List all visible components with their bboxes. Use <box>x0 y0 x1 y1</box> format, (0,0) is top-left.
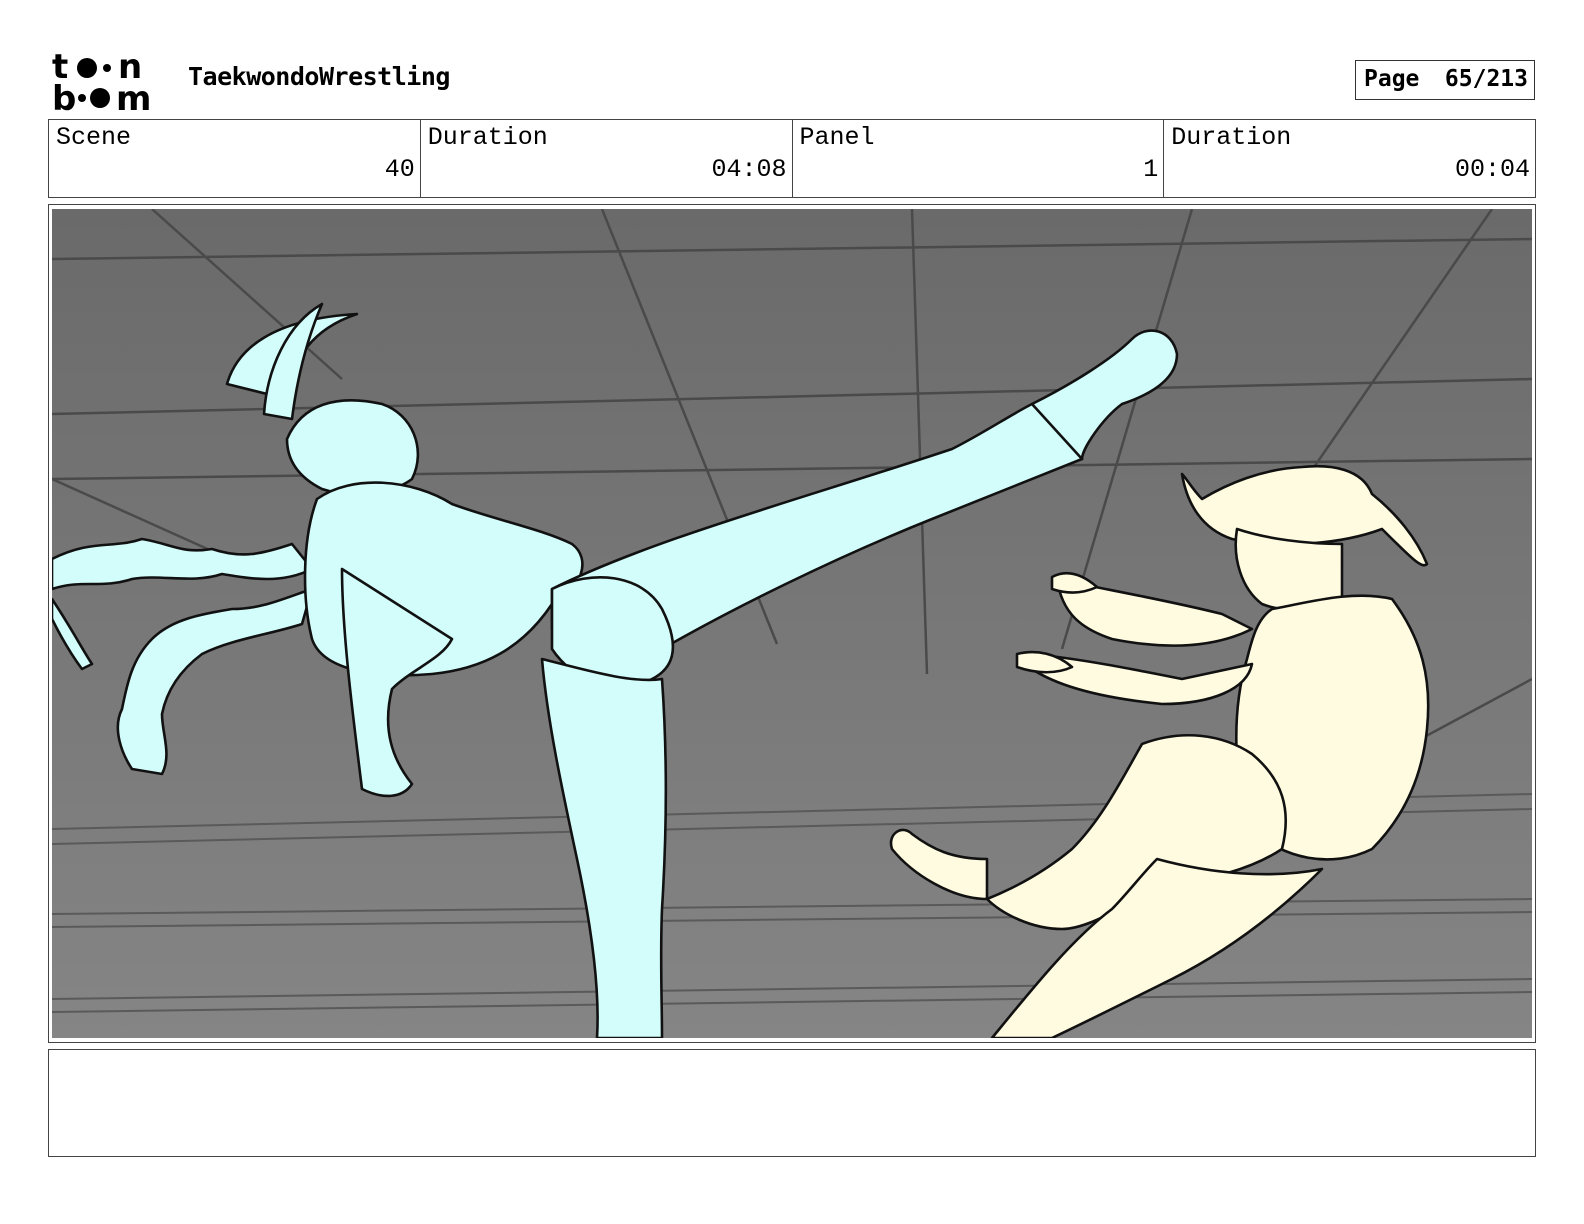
svg-text:b: b <box>52 79 76 114</box>
storyboard-panel-image <box>52 209 1532 1038</box>
panel-duration-value: 00:04 <box>1454 155 1530 184</box>
scene-duration-value: 04:08 <box>711 155 787 184</box>
toon-boom-logo: t n b m <box>50 47 166 119</box>
page-indicator: Page 65/213 <box>1355 60 1535 100</box>
scene-duration-label: Duration <box>427 123 548 152</box>
scene-info-row: Scene 40 Duration 04:08 Panel 1 Duration… <box>48 119 1536 198</box>
panel-cell: Panel 1 <box>793 120 1165 197</box>
project-title: TaekwondoWrestling <box>188 62 450 91</box>
scene-cell: Scene 40 <box>49 120 421 197</box>
scene-value: 40 <box>384 155 415 184</box>
page-number: 65/213 <box>1444 66 1528 92</box>
panel-duration-cell: Duration 00:04 <box>1164 120 1535 197</box>
panel-label: Panel <box>799 123 875 152</box>
page-label: Page <box>1364 66 1420 92</box>
scene-duration-cell: Duration 04:08 <box>421 120 793 197</box>
panel-value: 1 <box>1143 155 1159 184</box>
scene-label: Scene <box>56 123 132 152</box>
panel-notes-box <box>48 1049 1536 1157</box>
svg-text:m: m <box>116 79 151 114</box>
panel-duration-label: Duration <box>1171 123 1292 152</box>
